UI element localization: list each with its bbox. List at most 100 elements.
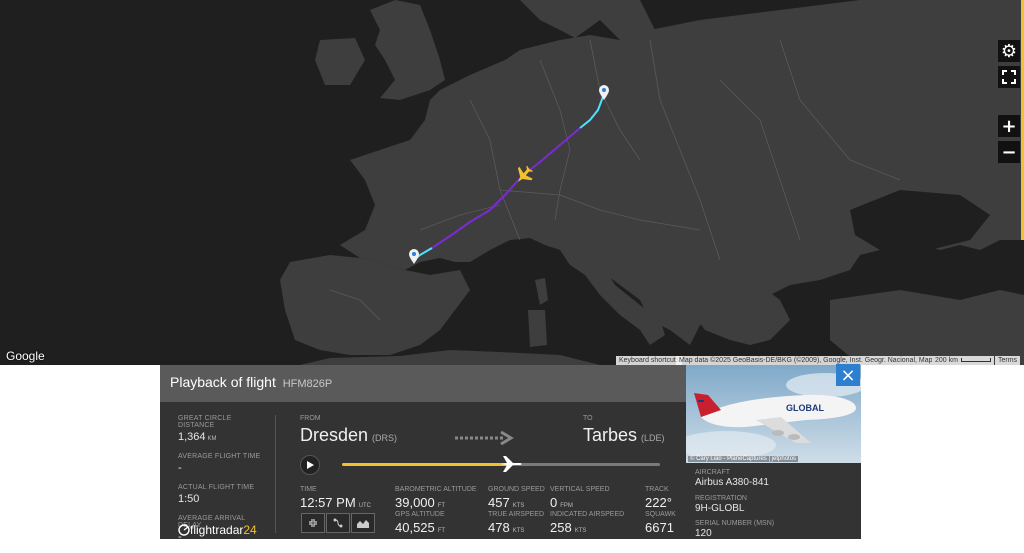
serial-value: 120 [695, 528, 712, 539]
close-button[interactable]: × [836, 364, 860, 386]
stat-value: 1:50 [178, 493, 200, 505]
google-logo: Google [6, 349, 45, 363]
livery-text: GLOBAL [786, 403, 824, 413]
origin-code: (DRS) [372, 433, 398, 443]
metric-gps-alt: GPS ALTITUDE 40,525 FT [395, 511, 445, 535]
destination-city[interactable]: Tarbes (LDE) [583, 425, 665, 446]
callsign: HFM826P [282, 378, 333, 390]
divider [275, 415, 276, 533]
true-airspeed-unit: KTS [512, 528, 525, 534]
metric-time: TIME 12:57 PM UTC [300, 486, 371, 510]
land-sardinia [528, 310, 547, 347]
land-britain [370, 0, 445, 100]
metric-ground-speed: GROUND SPEED 457 KTS [488, 486, 545, 510]
playback-progress [342, 463, 511, 466]
ground-speed-value: 457 [488, 495, 510, 510]
vertical-speed-value: 0 [550, 495, 558, 510]
land-iberia [280, 255, 470, 355]
gps-alt-unit: FT [437, 528, 446, 534]
land-corsica [535, 278, 548, 305]
metric-vertical-speed: VERTICAL SPEED 0 FPM [550, 486, 610, 510]
panel-header: Playback of flight HFM826P [160, 365, 686, 402]
distance-value: 1,364 [178, 431, 206, 443]
registration-label: REGISTRATION [695, 495, 747, 502]
land-turkey [830, 290, 1024, 365]
metric-label: TIME [300, 486, 317, 493]
zoom-in-button[interactable]: + [998, 115, 1020, 137]
route-icon [333, 518, 343, 528]
map-data-attribution: Map data ©2025 GeoBasis-DE/BKG (©2009), … [676, 356, 932, 365]
metric-label: SQUAWK [645, 511, 676, 518]
fullscreen-button[interactable] [998, 66, 1020, 88]
aircraft-panel: GLOBAL © Cary Liao - PlaneCaptures | jet… [686, 364, 861, 539]
scale-indicator[interactable]: 200 km [932, 356, 994, 365]
squawk-value: 6671 [645, 520, 674, 535]
map-canvas[interactable] [0, 0, 1024, 365]
compress-view-button[interactable] [301, 513, 325, 533]
metric-label: GPS ALTITUDE [395, 511, 445, 518]
time-unit: UTC [358, 503, 371, 509]
fullscreen-icon [1002, 70, 1016, 84]
serial-label: SERIAL NUMBER (MSN) [695, 520, 775, 527]
gps-alt-value: 40,525 [395, 520, 435, 535]
airplane-icon [500, 456, 522, 472]
metric-label: TRUE AIRSPEED [488, 511, 545, 518]
settings-button[interactable]: ⚙ [998, 40, 1020, 62]
altitude-graph-button[interactable] [351, 513, 375, 533]
registration-value: 9H-GLOBL [695, 503, 745, 514]
close-icon: × [840, 364, 856, 386]
metric-indicated-airspeed: INDICATED AIRSPEED 258 KTS [550, 511, 624, 535]
chart-icon [357, 520, 369, 528]
destination-code: (LDE) [641, 433, 665, 443]
distance-unit: KM [207, 436, 217, 442]
time-value: 12:57 PM [300, 495, 356, 510]
metric-squawk: SQUAWK 6671 [645, 511, 676, 535]
terms-link[interactable]: Terms [995, 356, 1021, 365]
origin-city[interactable]: Dresden (DRS) [300, 425, 397, 446]
from-label: FROM [300, 415, 321, 422]
indicated-airspeed-value: 258 [550, 520, 572, 535]
compress-icon [309, 519, 317, 527]
metric-label: INDICATED AIRSPEED [550, 511, 625, 518]
title-text: Playback of flight [170, 374, 276, 390]
play-icon [307, 461, 314, 469]
metric-track: TRACK 222° [645, 486, 672, 510]
true-airspeed-value: 478 [488, 520, 510, 535]
stat-label: ACTUAL FLIGHT TIME [178, 484, 255, 491]
aircraft-photo-image: GLOBAL [686, 373, 861, 459]
keyboard-shortcuts-link[interactable]: Keyboard shortcuts [616, 356, 683, 365]
metric-baro-alt: BAROMETRIC ALTITUDE 39,000 FT [395, 486, 477, 510]
play-button[interactable] [300, 455, 320, 475]
stat-value: 1,364 KM [178, 431, 268, 443]
metric-label: BAROMETRIC ALTITUDE [395, 486, 477, 493]
zoom-out-button[interactable]: − [998, 141, 1020, 163]
logo-text: flightradar [190, 523, 244, 537]
destination-city-name: Tarbes [583, 425, 638, 445]
aircraft-photo[interactable]: GLOBAL © Cary Liao - PlaneCaptures | jet… [686, 365, 861, 463]
stat-value: - [178, 462, 182, 474]
playback-slider-handle[interactable] [499, 454, 523, 479]
metric-label: TRACK [645, 486, 669, 493]
photo-credit[interactable]: © Cary Liao - PlaneCaptures | jetphotos [688, 456, 799, 462]
route-view-button[interactable] [326, 513, 350, 533]
origin-city-name: Dresden [300, 425, 369, 445]
route-arrow-icon [455, 430, 515, 450]
baro-alt-unit: FT [437, 503, 446, 509]
flight-map[interactable]: ⚙ + − Google Keyboard shortcuts Map data… [0, 0, 1024, 365]
metric-true-airspeed: TRUE AIRSPEED 478 KTS [488, 511, 544, 535]
flightradar24-logo[interactable]: flightradar24 [178, 523, 257, 537]
radar-icon [178, 524, 190, 536]
logo-number: 24 [243, 523, 257, 537]
baro-alt-value: 39,000 [395, 495, 435, 510]
track-value: 222° [645, 495, 672, 510]
metric-label: VERTICAL SPEED [550, 486, 610, 493]
aircraft-label: AIRCRAFT [695, 469, 730, 476]
indicated-airspeed-unit: KTS [574, 528, 587, 534]
vertical-speed-unit: FPM [560, 503, 573, 509]
panel-title: Playback of flight HFM826P [170, 374, 332, 390]
land-ireland [315, 38, 365, 85]
metric-label: GROUND SPEED [488, 486, 545, 493]
playback-panel: Playback of flight HFM826P GREAT CIRCLE … [160, 365, 686, 543]
scale-label: 200 km [935, 357, 958, 364]
gear-icon: ⚙ [1000, 40, 1018, 62]
